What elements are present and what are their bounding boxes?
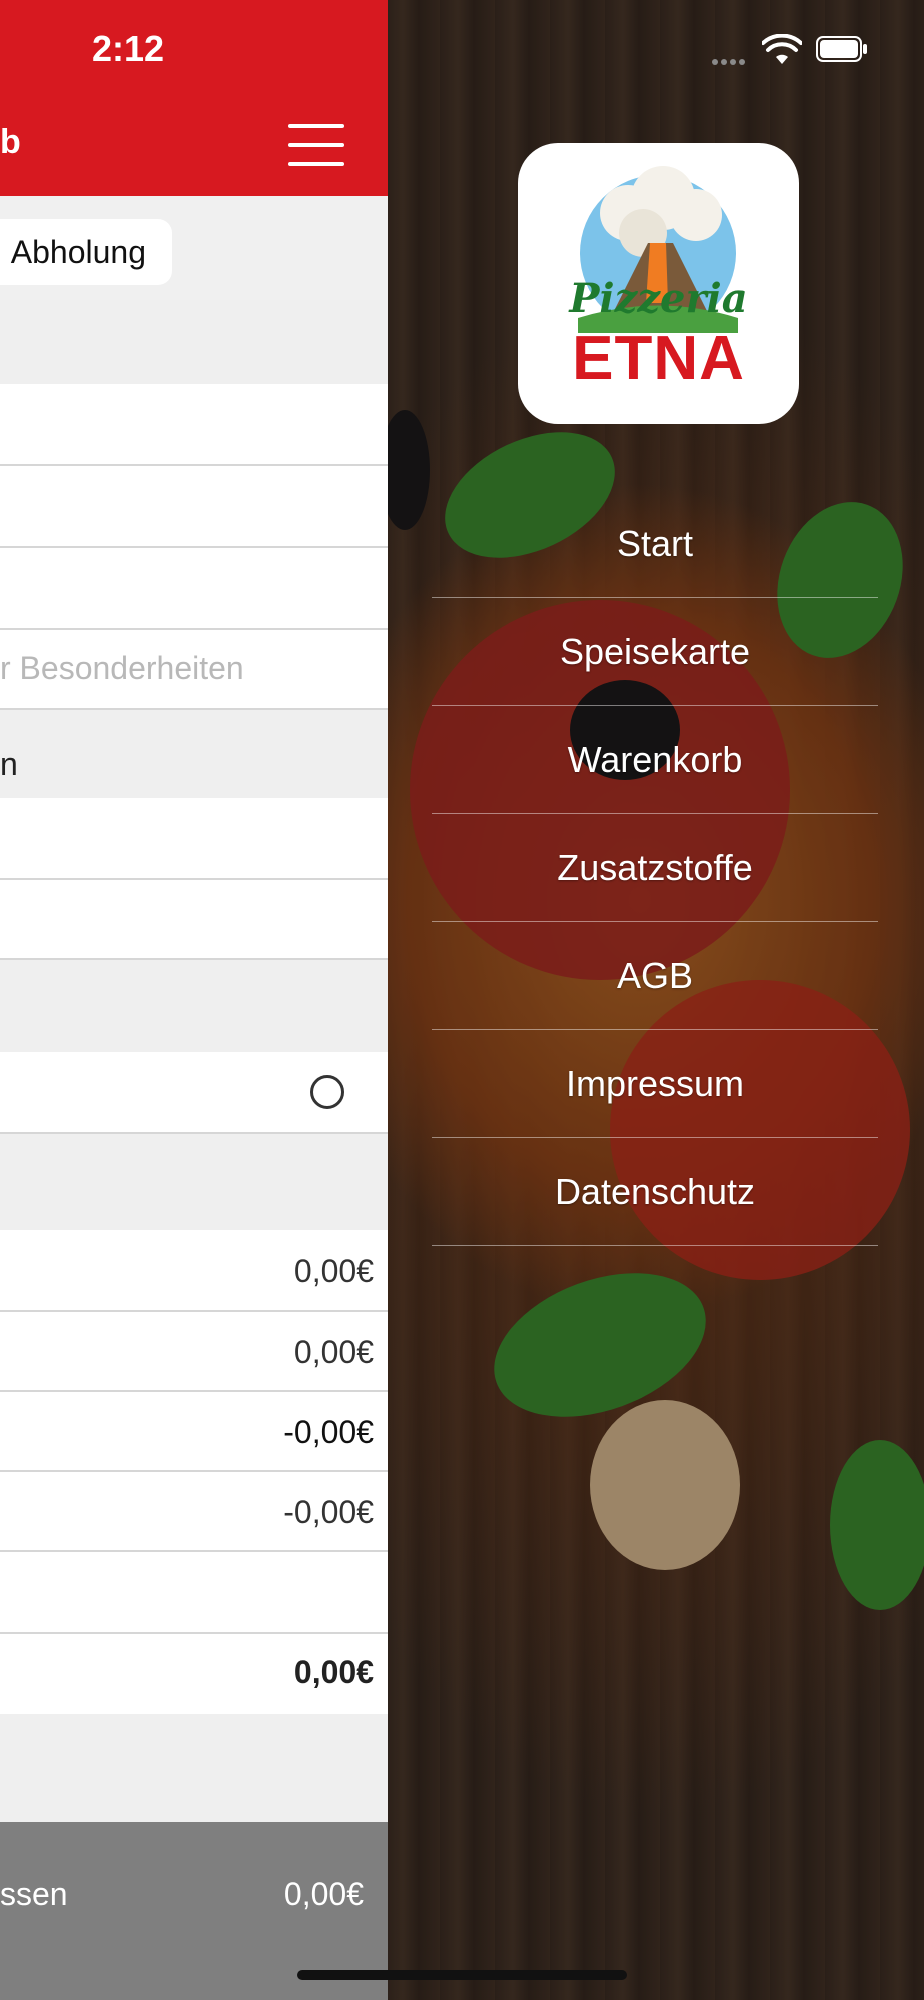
price-row: 0,00€	[0, 1312, 388, 1392]
price-row: 0,00€	[0, 1230, 388, 1312]
menu-item-start[interactable]: Start	[432, 490, 878, 598]
menu-item-warenkorb[interactable]: Warenkorb	[432, 706, 878, 814]
menu-item-impressum[interactable]: Impressum	[432, 1030, 878, 1138]
option-row[interactable]	[0, 1052, 388, 1134]
price-row: -0,00€	[0, 1392, 388, 1472]
notes-placeholder: r Besonderheiten	[0, 650, 244, 686]
form-field-5[interactable]	[0, 880, 388, 960]
status-time: 2:12	[91, 28, 165, 69]
discount-value: -0,00€	[283, 1414, 374, 1450]
menu-item-zusatzstoffe[interactable]: Zusatzstoffe	[432, 814, 878, 922]
checkout-label: ssen	[0, 1876, 68, 1912]
app-header: 2:12 b	[0, 0, 388, 196]
total-value: 0,00€	[293, 1654, 374, 1690]
home-indicator[interactable]	[297, 1970, 627, 1980]
logo-brand-text: ETNA	[572, 324, 745, 393]
form-field-1[interactable]	[0, 384, 388, 466]
menu-item-agb[interactable]: AGB	[432, 922, 878, 1030]
price-row: -0,00€	[0, 1472, 388, 1552]
form-field-3[interactable]	[0, 548, 388, 630]
radio-button-icon[interactable]	[310, 1075, 344, 1109]
price-value: 0,00€	[293, 1253, 374, 1289]
section-header: n	[0, 710, 388, 798]
total-row: 0,00€	[0, 1634, 388, 1714]
pizzeria-etna-logo: Pizzeria ETNA	[518, 143, 799, 424]
price-value: 0,00€	[293, 1334, 374, 1370]
notes-field[interactable]: r Besonderheiten	[0, 630, 388, 710]
hamburger-menu-icon[interactable]	[288, 124, 344, 166]
menu-item-datenschutz[interactable]: Datenschutz	[432, 1138, 878, 1246]
section-header-text: n	[0, 746, 18, 782]
cart-screen-panel: 2:12 b Abholung r Besonderheiten n 0,00€…	[0, 0, 388, 2000]
drawer-menu: Start Speisekarte Warenkorb Zusatzstoffe…	[432, 490, 878, 1246]
section-spacer	[0, 1714, 388, 1822]
section-spacer	[0, 1134, 388, 1230]
battery-icon	[816, 36, 867, 62]
price-row-empty	[0, 1552, 388, 1634]
cellular-signal-icon	[712, 52, 748, 70]
menu-item-speisekarte[interactable]: Speisekarte	[432, 598, 878, 706]
page-title: b	[0, 123, 21, 161]
wifi-icon	[762, 34, 802, 64]
order-type-pickup-button[interactable]: Abholung	[0, 219, 172, 285]
form-field-4[interactable]	[0, 798, 388, 880]
checkout-price: 0,00€	[283, 1876, 364, 1912]
logo-script-text: Pizzeria	[569, 275, 748, 322]
discount-value: -0,00€	[283, 1494, 374, 1530]
section-spacer	[0, 300, 388, 384]
form-field-2[interactable]	[0, 466, 388, 548]
section-spacer	[0, 960, 388, 1052]
